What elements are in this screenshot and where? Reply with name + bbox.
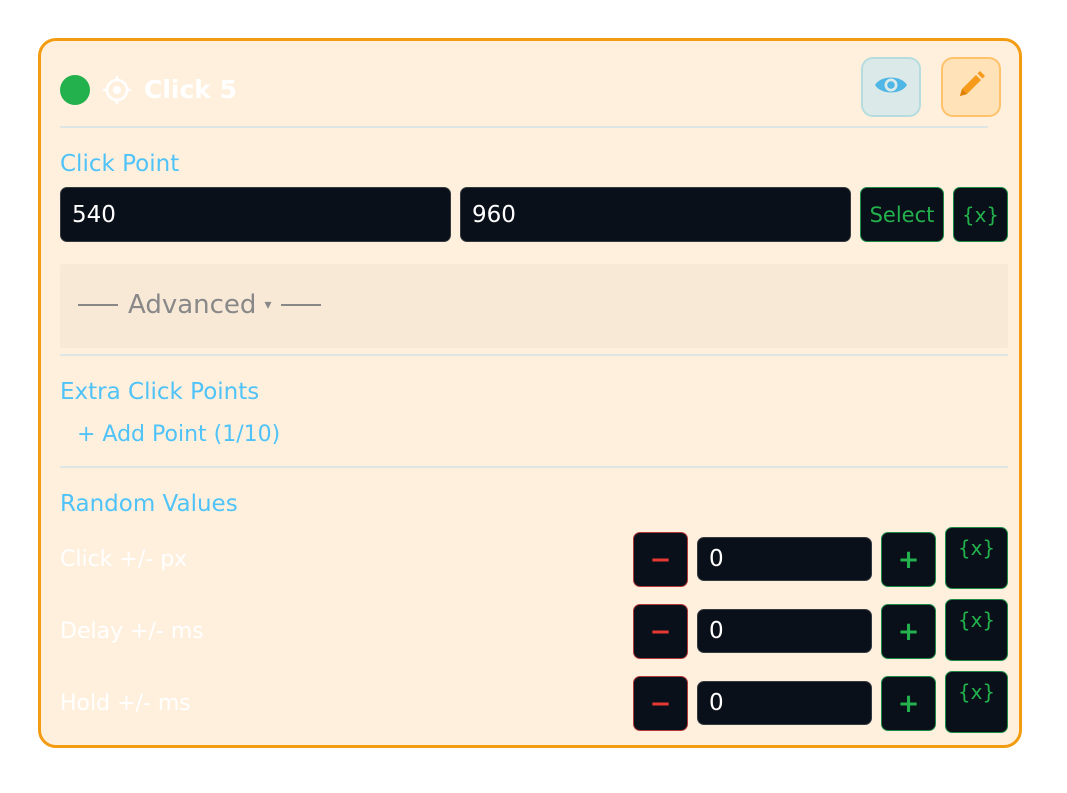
click-px-increment-button[interactable]: + [881, 532, 936, 587]
delay-ms-increment-button[interactable]: + [881, 604, 936, 659]
hold-ms-variable-button[interactable]: {x} [945, 671, 1008, 733]
chevron-down-icon: ▾ [264, 297, 272, 313]
advanced-left-line [78, 304, 118, 306]
click-point-variable-button[interactable]: {x} [953, 187, 1008, 242]
delay-ms-variable-button[interactable]: {x} [945, 599, 1008, 661]
extra-click-points-label: Extra Click Points [60, 379, 260, 405]
advanced-divider [60, 354, 1008, 356]
action-title: Click 5 [144, 75, 238, 104]
hold-ms-decrement-button[interactable]: − [633, 676, 688, 731]
click-action-card: Click 5 Click Point 540 960 Select {x} A… [38, 38, 1022, 748]
header-divider [60, 126, 988, 128]
click-px-variable-button[interactable]: {x} [945, 527, 1008, 589]
status-indicator [60, 75, 90, 105]
pencil-icon [956, 70, 986, 104]
preview-button[interactable] [861, 57, 921, 117]
delay-ms-decrement-button[interactable]: − [633, 604, 688, 659]
advanced-label: Advanced [128, 290, 257, 320]
select-point-button[interactable]: Select [860, 187, 944, 242]
advanced-toggle[interactable]: Advanced ▾ [78, 290, 322, 320]
click-px-input[interactable]: 0 [697, 537, 872, 581]
x-coordinate-input[interactable]: 540 [60, 187, 451, 242]
click-px-decrement-button[interactable]: − [633, 532, 688, 587]
extra-points-divider [60, 466, 1008, 468]
random-values-label: Random Values [60, 491, 238, 517]
delay-ms-input[interactable]: 0 [697, 609, 872, 653]
hold-ms-label: Hold +/- ms [60, 691, 191, 716]
click-point-label: Click Point [60, 151, 180, 177]
edit-button[interactable] [941, 57, 1001, 117]
target-icon [102, 75, 132, 105]
y-coordinate-input[interactable]: 960 [460, 187, 851, 242]
advanced-right-line [281, 304, 322, 306]
hold-ms-input[interactable]: 0 [697, 681, 872, 725]
advanced-section[interactable]: Advanced ▾ [60, 264, 1008, 348]
add-point-button[interactable]: + Add Point (1/10) [77, 422, 280, 447]
click-px-label: Click +/- px [60, 547, 188, 572]
eye-icon [874, 73, 908, 101]
delay-ms-label: Delay +/- ms [60, 619, 204, 644]
hold-ms-increment-button[interactable]: + [881, 676, 936, 731]
